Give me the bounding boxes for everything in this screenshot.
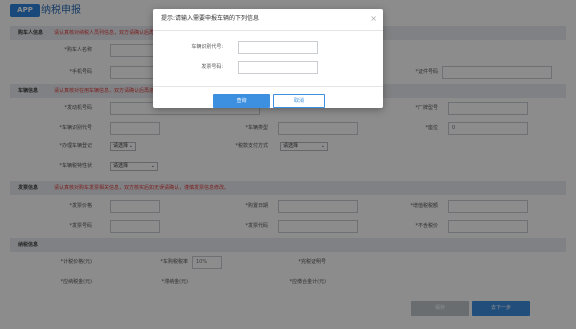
cancel-button[interactable]: 取消 [273,94,325,108]
vehicle-query-dialog: 提示:请输入需要申报车辆的下列信息 × 车辆识别代号: 发票号码: 查询 取消 [153,9,383,108]
divider [153,30,383,31]
invoice-no-field[interactable] [238,61,318,74]
vin-field[interactable] [238,41,318,54]
invoice-no-field-label: 发票号码: [201,64,223,70]
query-button[interactable]: 查询 [213,94,270,108]
divider [153,86,383,87]
dialog-title: 提示:请输入需要申报车辆的下列信息 [161,15,260,22]
close-icon[interactable]: × [370,14,377,24]
vin-field-label: 车辆识别代号: [191,44,223,50]
